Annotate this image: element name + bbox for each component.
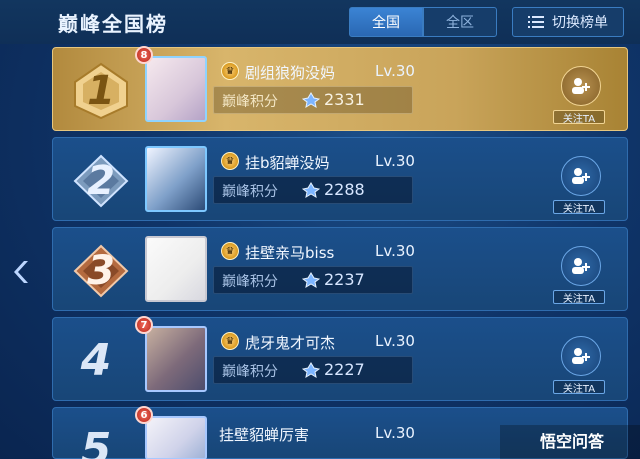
crown-icon: ♛: [221, 242, 239, 260]
add-friend-glyph: [572, 78, 590, 94]
page-title: 巅峰全国榜: [58, 12, 168, 36]
add-friend-glyph: [572, 348, 590, 364]
crown-icon: ♛: [221, 152, 239, 170]
player-name: 挂壁亲马biss: [245, 244, 335, 262]
score-bar: 巅峰积分 2331: [213, 86, 413, 114]
peak-score-icon: [302, 182, 320, 198]
player-name: 剧组狼狗没妈: [245, 64, 336, 82]
add-friend-icon[interactable]: [561, 66, 601, 106]
leaderboard-row-4[interactable]: 4 7 ♛ 虎牙鬼才可杰 Lv.30 巅峰积分 2227 关注TA: [52, 316, 628, 401]
rank-number-4: 4: [80, 334, 112, 386]
add-friend-icon[interactable]: [561, 156, 601, 196]
score-value: 2288: [324, 180, 365, 199]
avatar[interactable]: [145, 326, 207, 392]
rank-number-2: 2: [87, 158, 115, 204]
score-value: 2237: [324, 270, 365, 289]
rank-number-3: 3: [87, 248, 115, 294]
follow-button[interactable]: 关注TA: [553, 110, 605, 125]
tab-region[interactable]: 全区: [423, 7, 497, 37]
player-name: 虎牙鬼才可杰: [245, 334, 336, 352]
follow-button[interactable]: 关注TA: [553, 200, 605, 215]
follow-control[interactable]: 关注TA: [553, 58, 613, 125]
score-value: 2227: [324, 360, 365, 379]
back-button[interactable]: [6, 252, 40, 292]
crown-icon: ♛: [221, 62, 239, 80]
avatar[interactable]: [145, 56, 207, 122]
level-badge: 6: [135, 406, 153, 424]
level-badge: 7: [135, 316, 153, 334]
player-level: Lv.30: [375, 62, 415, 80]
list-icon: [528, 16, 544, 28]
rank-number-1: 1: [87, 68, 115, 114]
score-bar: 巅峰积分 2288: [213, 176, 413, 204]
score-bar: 巅峰积分 2237: [213, 266, 413, 294]
score-label: 巅峰积分: [222, 274, 278, 290]
score-label: 巅峰积分: [222, 94, 278, 110]
player-level: Lv.30: [375, 152, 415, 170]
crown-icon: ♛: [221, 332, 239, 350]
player-level: Lv.30: [375, 332, 415, 350]
player-level: Lv.30: [375, 424, 415, 442]
switch-leaderboard-button[interactable]: 切换榜单: [512, 7, 624, 37]
rank-badge-3: 3: [71, 242, 131, 300]
avatar[interactable]: [145, 146, 207, 212]
follow-control[interactable]: 关注TA: [553, 148, 613, 215]
leaderboard-row-3[interactable]: 3 ♛ 挂壁亲马biss Lv.30 巅峰积分 2237 关注TA: [52, 227, 628, 311]
follow-button[interactable]: 关注TA: [553, 380, 605, 395]
score-value: 2331: [324, 90, 365, 109]
add-friend-glyph: [572, 258, 590, 274]
leaderboard-row-2[interactable]: 2 ♛ 挂b貂蝉没妈 Lv.30 巅峰积分 2288 关注TA: [52, 137, 628, 221]
follow-control[interactable]: 关注TA: [553, 238, 613, 305]
tab-national[interactable]: 全国: [349, 7, 423, 37]
rank-badge-2: 2: [71, 152, 131, 210]
switch-leaderboard-label: 切换榜单: [552, 15, 608, 31]
score-bar: 巅峰积分 2227: [213, 356, 413, 384]
add-friend-icon[interactable]: [561, 246, 601, 286]
peak-score-icon: [302, 362, 320, 378]
level-badge: 8: [135, 46, 153, 64]
follow-control[interactable]: 关注TA: [553, 328, 613, 395]
chevron-left-icon: [14, 261, 28, 283]
peak-score-icon: [302, 92, 320, 108]
header-bar: 巅峰全国榜 全国 全区 切换榜单: [0, 0, 640, 44]
avatar[interactable]: [145, 236, 207, 302]
player-name: 挂壁貂蝉厉害: [219, 426, 310, 444]
score-label: 巅峰积分: [222, 184, 278, 200]
leaderboard-row-1[interactable]: 1 8 ♛ 剧组狼狗没妈 Lv.30 巅峰积分 2331 关注TA: [52, 46, 628, 131]
avatar[interactable]: [145, 416, 207, 459]
add-friend-icon[interactable]: [561, 336, 601, 376]
rank-number-5: 5: [80, 423, 112, 459]
rank-badge-1: 1: [71, 62, 131, 120]
player-level: Lv.30: [375, 242, 415, 260]
player-name: 挂b貂蝉没妈: [245, 154, 330, 172]
peak-score-icon: [302, 272, 320, 288]
watermark-text: 悟空问答: [540, 432, 605, 451]
add-friend-glyph: [572, 168, 590, 184]
follow-button[interactable]: 关注TA: [553, 290, 605, 305]
tab-region-label: 全区: [446, 15, 474, 31]
tab-national-label: 全国: [372, 15, 400, 31]
score-label: 巅峰积分: [222, 364, 278, 380]
